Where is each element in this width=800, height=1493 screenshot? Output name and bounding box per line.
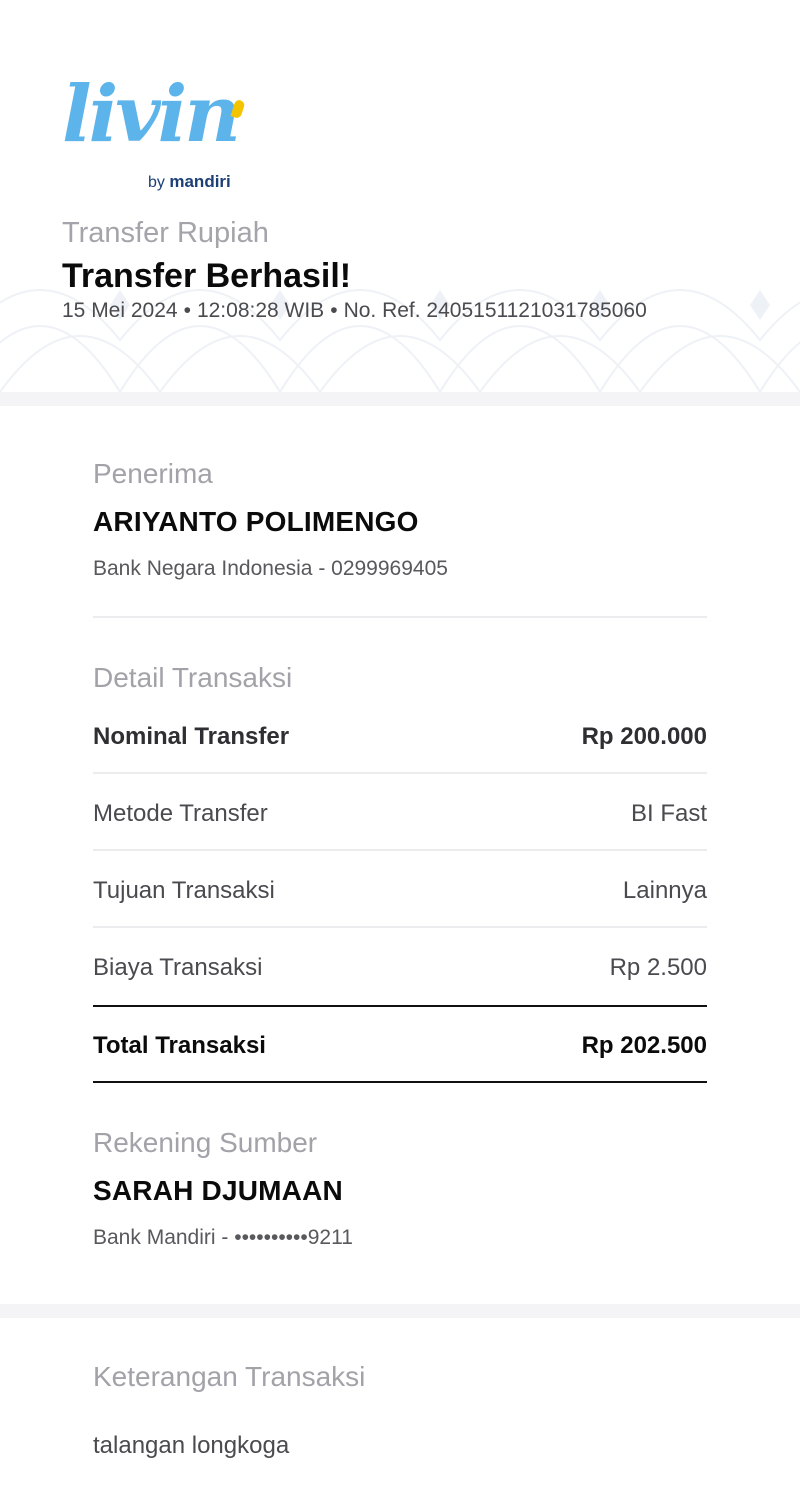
livin-mandiri-logo: livin by mandiri [62,76,252,194]
section-separator [0,1304,800,1318]
logo-subtitle: by mandiri [148,172,231,191]
detail-key: Nominal Transfer [93,723,290,750]
transaction-category: Transfer Rupiah [62,217,269,249]
logo-wordmark: livin [62,69,241,160]
divider [93,616,707,618]
detail-key: Biaya Transaksi [93,954,263,981]
detail-row-fee: Biaya Transaksi Rp 2.500 [93,948,707,988]
divider [93,926,707,928]
total-value: Rp 202.500 [581,1032,707,1059]
transaction-meta: 15 Mei 2024 • 12:08:28 WIB • No. Ref. 240515… [62,299,647,322]
source-account-number: Bank Mandiri - ••••••••••9211 [93,1226,353,1249]
recipient-account: Bank Negara Indonesia - 0299969405 [93,557,448,580]
detail-key: Tujuan Transaksi [93,877,275,904]
total-key: Total Transaksi [93,1032,266,1059]
page-title: Transfer Berhasil! [62,257,352,295]
note-text: talangan longkoga [93,1432,290,1459]
section-separator [0,392,800,406]
detail-value: Rp 200.000 [581,723,707,750]
divider [93,772,707,774]
source-account-label: Rekening Sumber [93,1127,318,1158]
detail-value: Lainnya [622,877,707,904]
detail-value: BI Fast [630,800,707,827]
recipient-label: Penerima [93,458,213,489]
total-divider-top [93,1005,707,1007]
transaction-date: 15 Mei 2024 [62,299,178,322]
transaction-details-card [0,406,800,1304]
receipt-header: livin by mandiri Transfer Rupiah Transfe… [0,0,800,392]
note-label: Keterangan Transaksi [93,1361,366,1392]
detail-row-method: Metode Transfer BI Fast [93,794,707,834]
detail-row-total: Total Transaksi Rp 202.500 [93,1026,707,1066]
transaction-time: 12:08:28 WIB [196,299,325,322]
reference-number: No. Ref. 2405151121031785060 [343,299,647,322]
detail-value: Rp 2.500 [609,954,707,981]
detail-key: Metode Transfer [93,800,268,827]
source-account-name: SARAH DJUMAAN [93,1175,343,1206]
detail-row-nominal: Nominal Transfer Rp 200.000 [93,717,707,757]
detail-section-label: Detail Transaksi [93,662,293,693]
transaction-note-card [0,1318,800,1493]
recipient-name: ARIYANTO POLIMENGO [93,506,419,537]
detail-row-purpose: Tujuan Transaksi Lainnya [93,871,707,911]
divider [93,849,707,851]
total-divider-bottom [93,1081,707,1083]
